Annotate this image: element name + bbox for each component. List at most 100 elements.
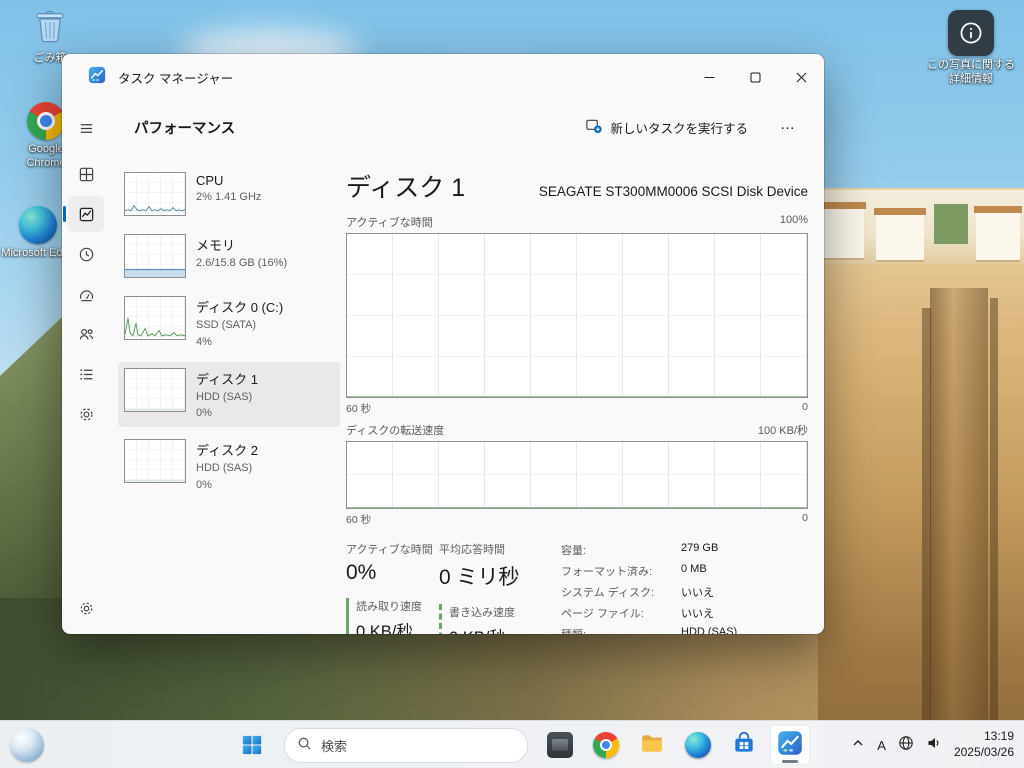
store-icon: [731, 730, 757, 761]
taskbar-item-dark-app[interactable]: [540, 725, 580, 765]
chart-x-right: 0: [802, 401, 808, 416]
perf-item-sub2: 0%: [196, 407, 258, 421]
sidebar-item-details[interactable]: [68, 356, 104, 392]
desktop: ごみ箱 Google Chrome Microsoft Edge この写真に関す…: [0, 0, 1024, 768]
memory-mini-chart: [124, 234, 186, 278]
ime-indicator[interactable]: A: [877, 738, 886, 753]
transfer-rate-chart: [346, 441, 808, 509]
chart-x-right: 0: [802, 512, 808, 527]
search-icon: [297, 736, 312, 754]
task-manager-icon: [777, 730, 803, 761]
disk-detail-pane: ディスク 1 SEAGATE ST300MM0006 SCSI Disk Dev…: [346, 166, 808, 634]
taskbar-item-chrome[interactable]: [586, 725, 626, 765]
network-globe-icon[interactable]: [898, 735, 914, 756]
search-input[interactable]: 検索: [284, 728, 528, 763]
run-new-task-button[interactable]: 新しいタスクを実行する: [575, 111, 758, 143]
chart-x-left: 60 秒: [346, 401, 371, 416]
perf-item-title: メモリ: [196, 235, 287, 254]
perf-item-title: ディスク 1: [196, 369, 258, 388]
taskbar-item-store[interactable]: [724, 725, 764, 765]
chrome-icon: [593, 732, 619, 758]
avg-response-value: 0 ミリ秒: [439, 561, 561, 591]
task-manager-window: タスク マネージャー: [62, 54, 824, 634]
sidebar-item-startup-apps[interactable]: [68, 276, 104, 312]
clock-time: 13:19: [954, 729, 1014, 745]
read-speed-label: 読み取り速度: [356, 598, 439, 614]
property-label: 容量:: [561, 542, 673, 558]
perf-item-sub: 2% 1.41 GHz: [196, 191, 261, 205]
perf-item-disk0[interactable]: ディスク 0 (C:) SSD (SATA) 4%: [118, 290, 340, 356]
sidebar-item-services[interactable]: [68, 396, 104, 432]
wallpaper-bridge-shadow: [922, 308, 931, 768]
widgets-icon[interactable]: [10, 728, 44, 762]
clock-date: 2025/03/26: [954, 745, 1014, 761]
write-speed-value: 0 KB/秒: [449, 624, 561, 634]
minimize-button[interactable]: [686, 54, 732, 100]
perf-item-title: ディスク 0 (C:): [196, 297, 283, 316]
taskbar-item-task-manager[interactable]: [770, 725, 810, 765]
active-time-chart-label: アクティブな時間: [346, 214, 433, 230]
titlebar[interactable]: タスク マネージャー: [62, 54, 824, 100]
read-speed-value: 0 KB/秒: [356, 618, 439, 634]
perf-item-title: CPU: [196, 173, 261, 188]
device-name: SEAGATE ST300MM0006 SCSI Disk Device: [539, 184, 808, 204]
taskbar-item-file-explorer[interactable]: [632, 725, 672, 765]
perf-item-sub: HDD (SAS): [196, 391, 258, 405]
window-title: タスク マネージャー: [118, 68, 233, 87]
active-time-label: アクティブな時間: [346, 541, 439, 557]
perf-item-disk1[interactable]: ディスク 1 HDD (SAS) 0%: [118, 362, 340, 428]
active-time-chart: [346, 233, 808, 398]
settings-gear-icon[interactable]: [68, 590, 104, 626]
property-value: 279 GB: [681, 542, 737, 558]
performance-list: CPU 2% 1.41 GHz メモリ 2.6/15.8 GB (16%): [118, 166, 340, 505]
more-options-button[interactable]: …: [768, 114, 808, 141]
active-time-chart-max: 100%: [780, 214, 808, 230]
active-time-value: 0%: [346, 561, 439, 585]
file-explorer-icon: [639, 730, 665, 761]
cpu-mini-chart: [124, 172, 186, 216]
windows-logo-icon: [241, 734, 263, 756]
property-value: 0 MB: [681, 563, 737, 579]
page-title: パフォーマンス: [134, 117, 235, 138]
run-new-task-icon: [585, 117, 602, 137]
hamburger-menu-icon[interactable]: [68, 110, 104, 146]
search-placeholder: 検索: [321, 736, 347, 755]
taskbar-item-edge[interactable]: [678, 725, 718, 765]
edge-icon: [685, 732, 711, 758]
perf-item-sub: HDD (SAS): [196, 462, 258, 476]
page-header: パフォーマンス 新しいタスクを実行する …: [110, 100, 824, 154]
maximize-button[interactable]: [732, 54, 778, 100]
perf-item-title: ディスク 2: [196, 440, 258, 459]
volume-icon[interactable]: [926, 735, 942, 756]
run-new-task-label: 新しいタスクを実行する: [610, 118, 748, 137]
tray-chevron-up-icon[interactable]: [851, 736, 865, 755]
chart-baseline: [347, 396, 807, 398]
transfer-chart-label: ディスクの転送速度: [346, 422, 444, 438]
chart-baseline: [347, 507, 807, 509]
perf-item-sub2: 4%: [196, 336, 283, 350]
clock[interactable]: 13:19 2025/03/26: [954, 729, 1014, 760]
wallpaper-buildings: [818, 190, 1024, 264]
property-value: HDD (SAS): [681, 626, 737, 634]
start-button[interactable]: [232, 725, 272, 765]
sidebar-item-performance[interactable]: [68, 196, 104, 232]
disk0-mini-chart: [124, 296, 186, 340]
sidebar-item-processes[interactable]: [68, 156, 104, 192]
chart-x-left: 60 秒: [346, 512, 371, 527]
write-speed-block: 書き込み速度 0 KB/秒: [439, 604, 561, 634]
navigation-rail: [62, 100, 110, 634]
property-label: 種類:: [561, 626, 673, 634]
disk-stats: アクティブな時間 0% 読み取り速度 0 KB/秒 平均応答時間 0 ミリ秒 書…: [346, 541, 808, 634]
task-manager-app-icon: [88, 66, 106, 89]
sidebar-item-app-history[interactable]: [68, 236, 104, 272]
perf-item-cpu[interactable]: CPU 2% 1.41 GHz: [118, 166, 340, 222]
close-button[interactable]: [778, 54, 824, 100]
sidebar-item-users[interactable]: [68, 316, 104, 352]
disk1-mini-chart: [124, 368, 186, 412]
property-value: いいえ: [681, 584, 737, 600]
desktop-icon-photo-info[interactable]: この写真に関する詳細情報: [924, 10, 1018, 87]
perf-item-sub2: 0%: [196, 479, 258, 493]
perf-item-memory[interactable]: メモリ 2.6/15.8 GB (16%): [118, 228, 340, 284]
perf-item-disk2[interactable]: ディスク 2 HDD (SAS) 0%: [118, 433, 340, 499]
property-label: ページ ファイル:: [561, 605, 673, 621]
